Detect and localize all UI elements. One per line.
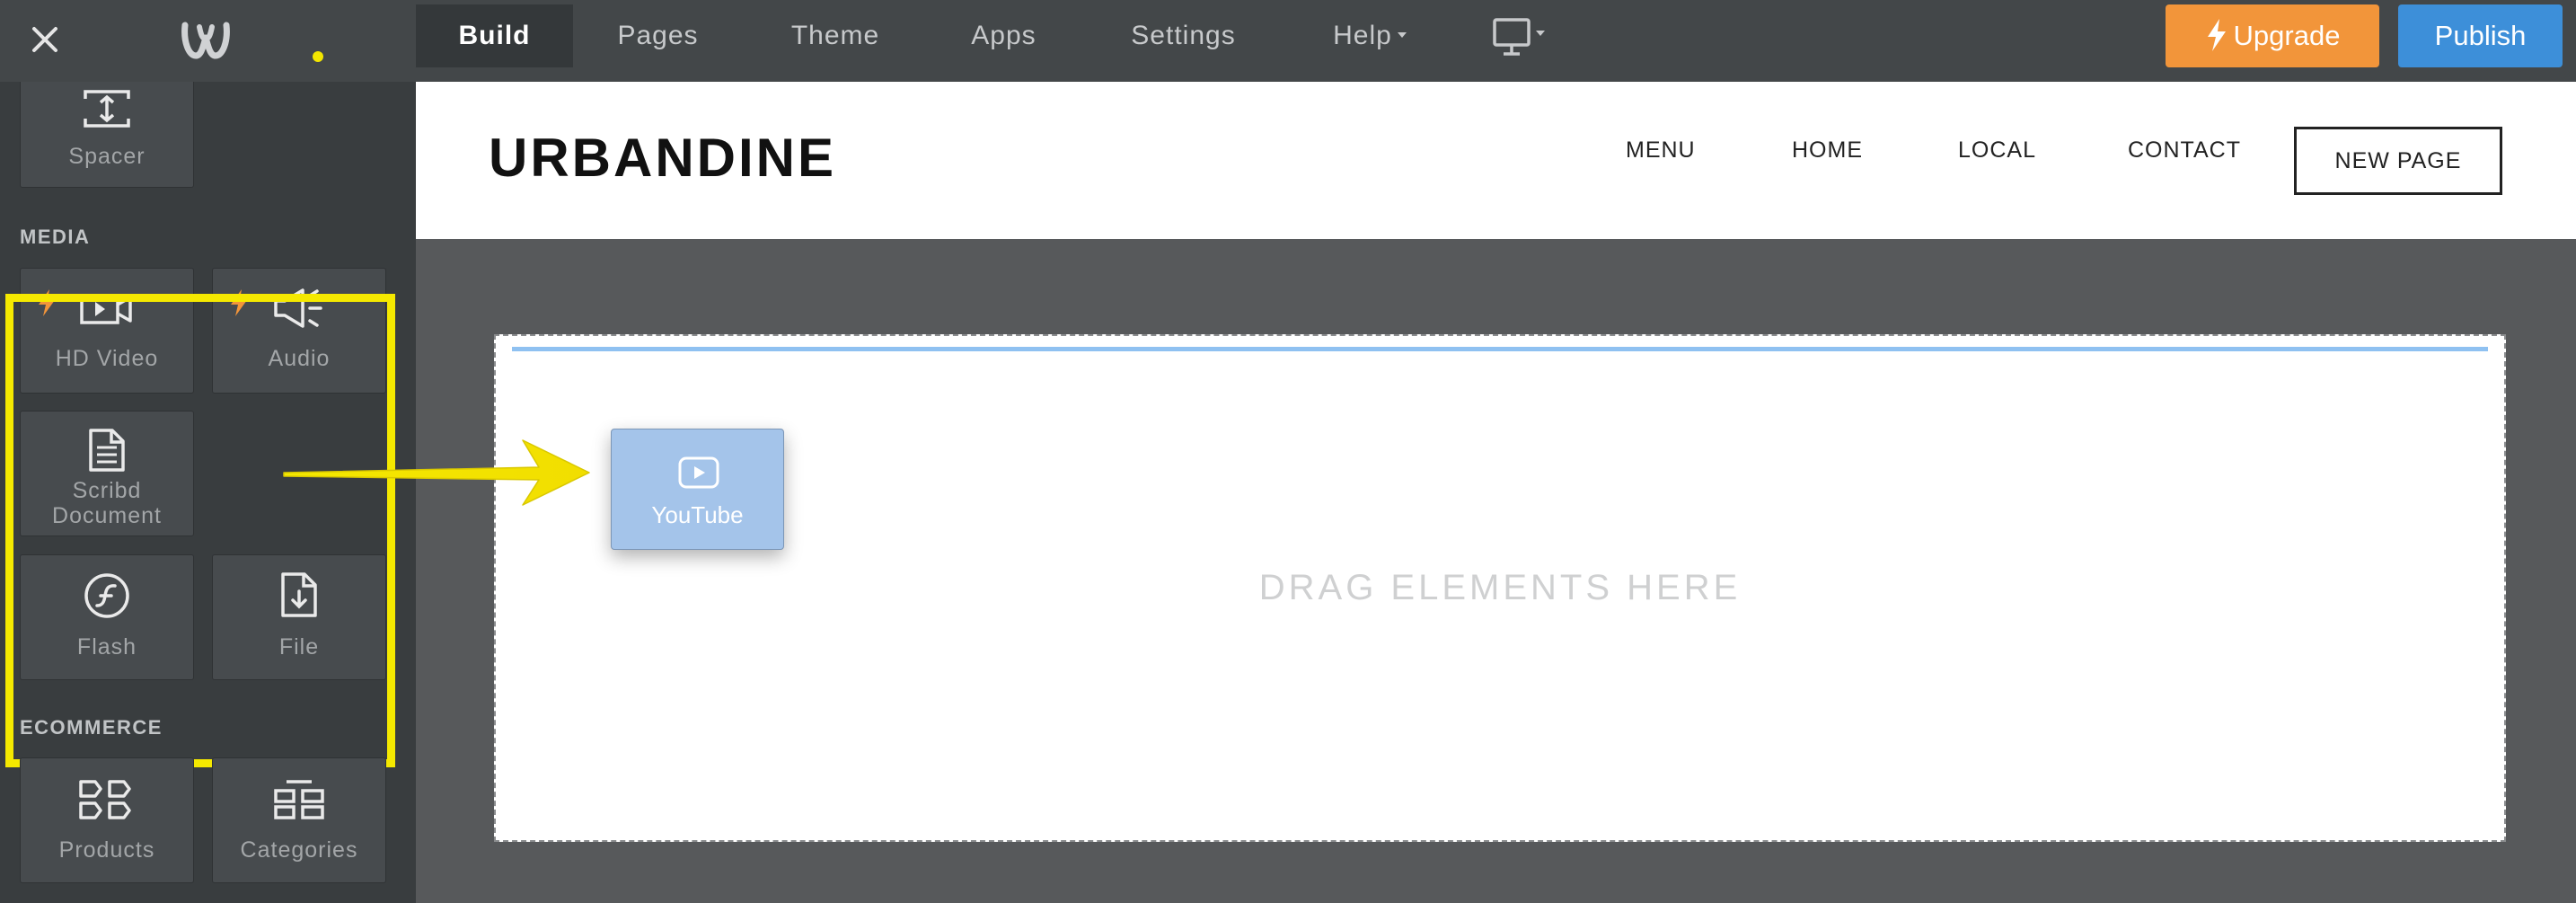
tab-theme[interactable]: Theme [768,4,903,67]
publish-button[interactable]: Publish [2398,4,2563,67]
tour-indicator-dot [313,51,323,62]
close-icon[interactable] [23,18,66,61]
speaker-icon [274,288,322,328]
flash-icon [84,573,129,618]
site-nav-menu[interactable]: MENU [1626,137,1696,164]
lightning-icon [2207,18,2226,51]
site-nav-new-page[interactable]: NEW PAGE [2294,127,2502,195]
element-spacer[interactable]: Spacer [20,82,194,188]
site-header: URBANDINE MENU HOME LOCAL CONTACT NEW PA… [416,82,2576,239]
site-logo[interactable]: URBANDINE [489,127,836,189]
tile-label: Products [58,837,155,863]
tile-label: Flash [76,634,137,660]
video-icon [80,294,132,324]
site-nav-home[interactable]: HOME [1792,137,1863,164]
spacer-icon [84,90,130,128]
tab-apps[interactable]: Apps [948,4,1060,67]
tab-help[interactable]: Help [1311,4,1428,67]
dragged-element-label: YouTube [651,501,744,528]
document-icon [89,429,125,472]
tile-label: Scribd Document [52,478,162,528]
site-nav-contact[interactable]: CONTACT [2128,137,2241,164]
categories-icon [274,780,324,819]
weebly-logo-icon [180,14,232,63]
dragged-youtube-element[interactable]: YouTube [611,429,784,550]
drop-zone[interactable]: DRAG ELEMENTS HERE [494,334,2506,842]
element-scribd-document[interactable]: Scribd Document [20,411,194,536]
tile-label: HD Video [55,346,159,371]
chevron-down-icon [1397,32,1407,39]
drop-indicator-line [512,347,2488,351]
top-toolbar: Build Pages Theme Apps Settings Help Upg… [0,0,2576,82]
upgrade-button[interactable]: Upgrade [2166,4,2379,67]
element-hd-video[interactable]: HD Video [20,268,194,394]
file-download-icon [281,572,317,617]
tab-pages[interactable]: Pages [593,4,723,67]
tile-label: Audio [268,346,331,371]
lightning-icon [39,289,55,316]
element-products[interactable]: Products [20,757,194,883]
youtube-play-icon [678,456,719,489]
lightning-icon [231,289,247,316]
tab-settings[interactable]: Settings [1105,4,1262,67]
desktop-view-toggle[interactable] [1491,16,1548,61]
element-flash[interactable]: Flash [20,554,194,680]
products-icon [79,780,131,819]
element-categories[interactable]: Categories [212,757,386,883]
drop-zone-text: DRAG ELEMENTS HERE [1258,568,1742,607]
ecommerce-section-title: ECOMMERCE [20,716,163,739]
tab-build[interactable]: Build [416,4,573,67]
tile-label: Categories [240,837,358,863]
drag-arrow-icon [283,439,590,506]
tile-label: File [278,634,320,660]
site-nav-local[interactable]: LOCAL [1958,137,2036,164]
tile-label: Spacer [68,144,146,169]
monitor-icon [1493,18,1545,56]
element-file[interactable]: File [212,554,386,680]
element-audio[interactable]: Audio [212,268,386,394]
media-section-title: MEDIA [20,226,91,248]
